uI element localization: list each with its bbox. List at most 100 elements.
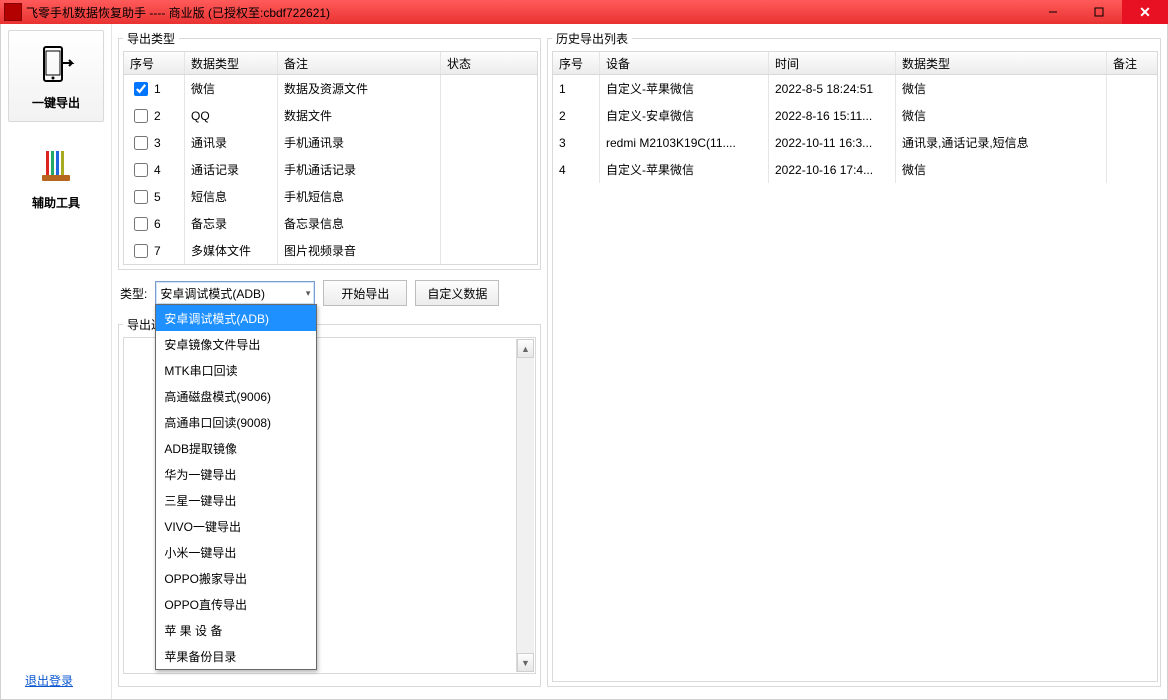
row-checkbox[interactable] [134, 244, 148, 258]
history-header: 序号 设备 时间 数据类型 备注 [553, 52, 1157, 75]
table-row[interactable]: 4通话记录手机通话记录 [124, 156, 537, 183]
table-row[interactable]: 2自定义-安卓微信2022-8-16 15:11...微信 [553, 102, 1157, 129]
phone-export-icon [33, 42, 79, 88]
table-row[interactable]: 1自定义-苹果微信2022-8-5 18:24:51微信 [553, 75, 1157, 102]
type-dropdown-option[interactable]: ADB提取镜像 [156, 435, 316, 461]
table-row[interactable]: 5短信息手机短信息 [124, 183, 537, 210]
type-dropdown[interactable]: 安卓调试模式(ADB) ▾ 安卓调试模式(ADB)安卓镜像文件导出MTK串口回读… [155, 281, 315, 305]
type-dropdown-option[interactable]: OPPO搬家导出 [156, 565, 316, 591]
scroll-down-icon[interactable]: ▼ [517, 653, 534, 672]
hcol-note[interactable]: 备注 [1107, 52, 1157, 74]
row-checkbox[interactable] [134, 82, 148, 96]
type-row: 类型: 安卓调试模式(ADB) ▾ 安卓调试模式(ADB)安卓镜像文件导出MTK… [118, 276, 541, 316]
window-controls: ✕ [1030, 0, 1168, 24]
history-group: 历史导出列表 序号 设备 时间 数据类型 备注 1自定义-苹果微信2022-8-… [547, 30, 1161, 687]
export-type-group: 导出类型 序号 数据类型 备注 状态 1微信数据及资源文件2QQ数据文件 3 通讯录… [118, 30, 541, 270]
sidebar-item-tools[interactable]: 辅助工具 [9, 136, 103, 216]
type-dropdown-option[interactable]: 苹果备份目录 [156, 643, 316, 669]
custom-data-button[interactable]: 自定义数据 [415, 280, 499, 306]
row-checkbox[interactable] [134, 190, 148, 204]
row-note: 手机通讯录 [278, 129, 441, 156]
row-status [441, 210, 537, 237]
row-note: 手机通话记录 [278, 156, 441, 183]
row-note: 数据及资源文件 [278, 75, 441, 102]
hrow-device: 自定义-苹果微信 [600, 156, 769, 183]
row-idx: 6 [154, 217, 161, 231]
scroll-track[interactable] [517, 357, 534, 654]
hrow-idx: 1 [553, 75, 600, 102]
table-row[interactable]: 3 通讯录手机通讯录 [124, 129, 537, 156]
row-type: 短信息 [185, 183, 278, 210]
hrow-time: 2022-10-16 17:4... [769, 156, 896, 183]
row-idx: 3 [154, 136, 161, 150]
type-dropdown-option[interactable]: 华为一键导出 [156, 461, 316, 487]
type-dropdown-option[interactable]: 高通串口回读(9008) [156, 409, 316, 435]
row-status [441, 129, 537, 156]
type-dropdown-value: 安卓调试模式(ADB) [160, 285, 265, 302]
table-row[interactable]: 2QQ数据文件 [124, 102, 537, 129]
table-row[interactable]: 1微信数据及资源文件 [124, 75, 537, 102]
type-dropdown-option[interactable]: OPPO直传导出 [156, 591, 316, 617]
hcol-type[interactable]: 数据类型 [896, 52, 1107, 74]
table-row[interactable]: 4自定义-苹果微信2022-10-16 17:4...微信 [553, 156, 1157, 183]
start-export-button[interactable]: 开始导出 [323, 280, 407, 306]
table-row[interactable]: 3redmi M2103K19C(11....2022-10-11 16:3..… [553, 129, 1157, 156]
row-checkbox[interactable] [134, 217, 148, 231]
row-note: 图片视频录音 [278, 237, 441, 264]
type-dropdown-option[interactable]: 安卓镜像文件导出 [156, 331, 316, 357]
row-checkbox[interactable] [134, 163, 148, 177]
row-status [441, 237, 537, 264]
app-icon [4, 3, 22, 21]
process-scrollbar[interactable]: ▲ ▼ [516, 339, 534, 672]
row-type: 备忘录 [185, 210, 278, 237]
history-table: 序号 设备 时间 数据类型 备注 1自定义-苹果微信2022-8-5 18:24… [552, 51, 1158, 682]
type-dropdown-option[interactable]: 三星一键导出 [156, 487, 316, 513]
export-type-table: 序号 数据类型 备注 状态 1微信数据及资源文件2QQ数据文件 3 通讯录手机通讯录… [123, 51, 538, 265]
type-dropdown-option[interactable]: 苹 果 设 备 [156, 617, 316, 643]
minimize-button[interactable] [1030, 0, 1076, 24]
col-note[interactable]: 备注 [278, 52, 441, 74]
hcol-idx[interactable]: 序号 [553, 52, 600, 74]
type-dropdown-option[interactable]: 小米一键导出 [156, 539, 316, 565]
client-area: 一键导出 辅助工具 退出登录 导出类型 序号 [0, 24, 1168, 700]
row-idx: 4 [154, 163, 161, 177]
table-row[interactable]: 7多媒体文件图片视频录音 [124, 237, 537, 264]
left-pane: 导出类型 序号 数据类型 备注 状态 1微信数据及资源文件2QQ数据文件 3 通讯录… [118, 30, 541, 693]
hrow-time: 2022-10-11 16:3... [769, 129, 896, 156]
hrow-device: 自定义-安卓微信 [600, 102, 769, 129]
row-status [441, 102, 537, 129]
export-type-legend: 导出类型 [123, 30, 179, 47]
maximize-button[interactable] [1076, 0, 1122, 24]
logout-link[interactable]: 退出登录 [25, 672, 73, 689]
row-checkbox[interactable] [134, 136, 148, 150]
col-type[interactable]: 数据类型 [185, 52, 278, 74]
row-type: 通讯录 [185, 129, 278, 156]
type-dropdown-option[interactable]: MTK串口回读 [156, 357, 316, 383]
hcol-device[interactable]: 设备 [600, 52, 769, 74]
hrow-note [1107, 156, 1157, 183]
scroll-up-icon[interactable]: ▲ [517, 339, 534, 358]
row-type: 多媒体文件 [185, 237, 278, 264]
hrow-note [1107, 75, 1157, 102]
hrow-time: 2022-8-5 18:24:51 [769, 75, 896, 102]
hrow-note [1107, 129, 1157, 156]
sidebar-item-export[interactable]: 一键导出 [8, 30, 104, 122]
type-dropdown-option[interactable]: VIVO一键导出 [156, 513, 316, 539]
hcol-time[interactable]: 时间 [769, 52, 896, 74]
close-button[interactable]: ✕ [1122, 0, 1168, 24]
col-status[interactable]: 状态 [441, 52, 537, 74]
row-note: 数据文件 [278, 102, 441, 129]
hrow-idx: 3 [553, 129, 600, 156]
row-note: 手机短信息 [278, 183, 441, 210]
row-checkbox[interactable] [134, 109, 148, 123]
row-type: 微信 [185, 75, 278, 102]
col-idx[interactable]: 序号 [124, 52, 185, 74]
sidebar-item-label: 一键导出 [32, 94, 80, 111]
hrow-note [1107, 102, 1157, 129]
table-row[interactable]: 6备忘录备忘录信息 [124, 210, 537, 237]
type-dropdown-option[interactable]: 安卓调试模式(ADB) [156, 305, 316, 331]
right-pane: 历史导出列表 序号 设备 时间 数据类型 备注 1自定义-苹果微信2022-8-… [547, 30, 1161, 693]
type-dropdown-option[interactable]: 高通磁盘模式(9006) [156, 383, 316, 409]
type-dropdown-display[interactable]: 安卓调试模式(ADB) ▾ [155, 281, 315, 305]
minimize-icon [1048, 7, 1058, 17]
